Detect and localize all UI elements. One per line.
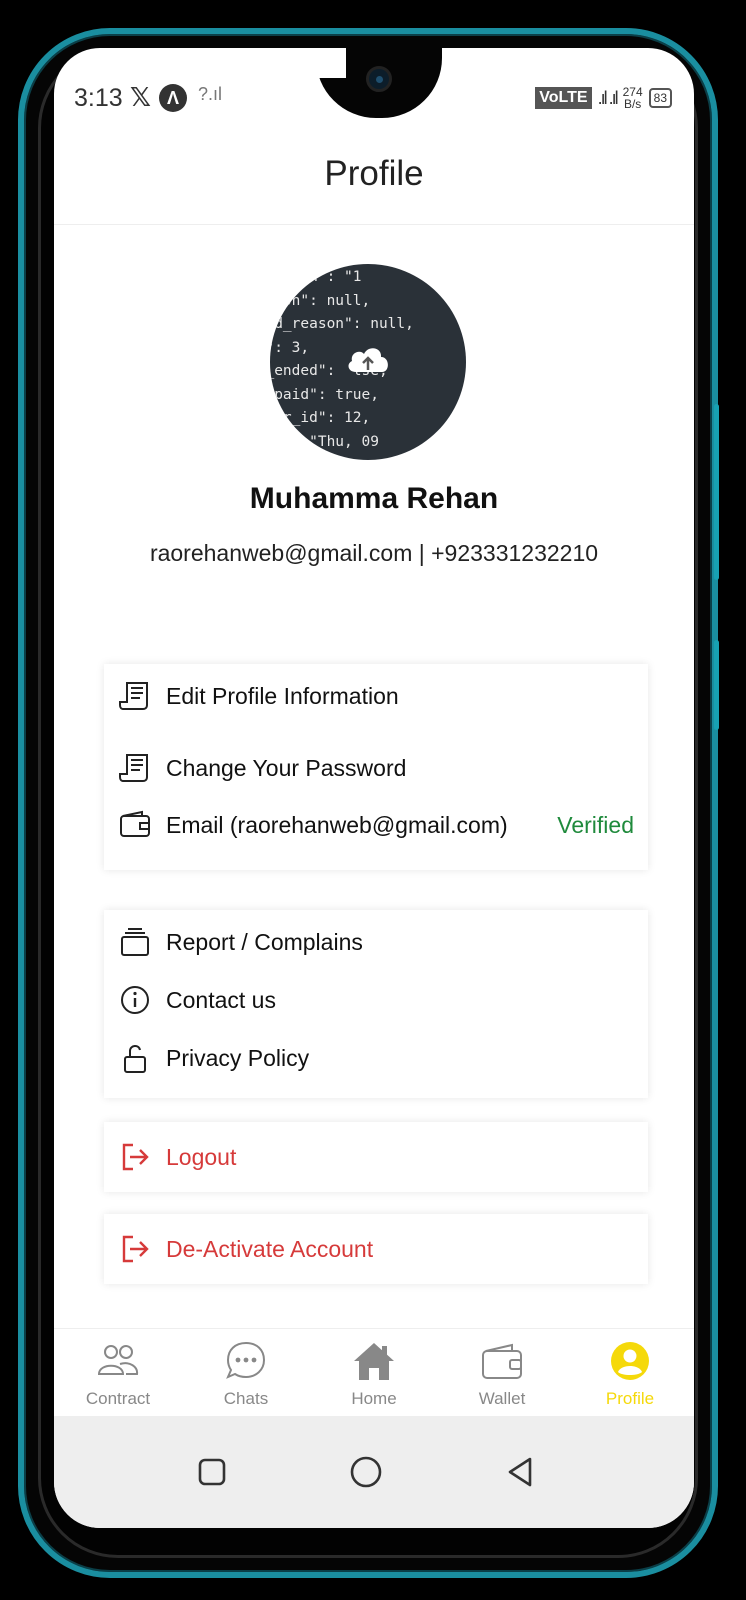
system-navigation-bar: [54, 1416, 694, 1528]
deactivate-account-row[interactable]: De-Activate Account: [104, 1229, 648, 1269]
email-row[interactable]: Email (raorehanweb@gmail.com) Verified: [104, 805, 648, 845]
document-icon: [118, 679, 152, 713]
support-card: Report / Complains Contact us Privacy Po…: [104, 910, 648, 1098]
status-bar: 3:13 𝕏 Λ ?.ıl VoLTE .ıl .ıl 274 B/s 83: [54, 78, 694, 118]
nav-profile-label: Profile: [605, 1389, 655, 1408]
x-logo-icon: 𝕏: [130, 82, 151, 112]
unlock-icon: [118, 1041, 152, 1075]
avatar-code-line: s_ended": lse,: [270, 363, 388, 379]
logout-icon: [118, 1232, 152, 1266]
nav-chats[interactable]: Chats: [182, 1339, 310, 1409]
chat-icon: [182, 1339, 310, 1383]
header-divider: [54, 224, 694, 225]
signal-bars-icon: .ıl .ıl: [597, 87, 619, 108]
battery-icon: 83: [648, 88, 672, 108]
account-settings-card: Edit Profile Information Change Your Pas…: [104, 664, 648, 870]
cloud-upload-icon[interactable]: [344, 342, 392, 376]
square-icon: [198, 1458, 226, 1486]
wallet-icon: [438, 1339, 566, 1383]
avatar-code-line: 2000: [270, 454, 414, 460]
edit-profile-row[interactable]: Edit Profile Information: [104, 676, 648, 716]
nav-wallet-label: Wallet: [478, 1389, 526, 1408]
deactivate-account-label: De-Activate Account: [166, 1235, 374, 1262]
home-button[interactable]: [336, 1442, 396, 1502]
users-icon: [54, 1339, 182, 1383]
phone-screen: 3:13 𝕏 Λ ?.ıl VoLTE .ıl .ıl 274 B/s 83 P…: [54, 48, 694, 1528]
avatar-code-line: ded_reason": null,: [270, 316, 414, 332]
user-name: Muhamma Rehan: [249, 482, 499, 515]
profile-avatar[interactable]: ption": "1 ed_on": null, ded_reason": nu…: [270, 264, 466, 460]
stack-icon: [118, 925, 152, 959]
avatar-code-line: ption": "1: [274, 269, 362, 285]
bottom-navigation: Contract Chats Home Wallet Profile: [54, 1328, 694, 1417]
recent-apps-button[interactable]: [182, 1442, 242, 1502]
avatar-code-line: wyer_id": 12,: [270, 410, 371, 426]
volume-button: [714, 404, 719, 580]
status-right: VoLTE .ıl .ıl 274 B/s 83: [535, 86, 672, 110]
privacy-policy-row[interactable]: Privacy Policy: [104, 1038, 648, 1078]
contact-us-label: Contact us: [166, 986, 276, 1013]
privacy-policy-label: Privacy Policy: [166, 1044, 310, 1071]
network-speed: 274 B/s: [623, 86, 643, 110]
report-complains-row[interactable]: Report / Complains: [104, 922, 648, 962]
logout-label: Logout: [166, 1143, 237, 1170]
nav-contract[interactable]: Contract: [54, 1339, 182, 1409]
contact-us-row[interactable]: Contact us: [104, 980, 648, 1020]
avatar-code-line: _on": "Thu, 09: [270, 433, 379, 450]
page-title: Profile: [324, 154, 424, 193]
nav-chats-label: Chats: [223, 1389, 269, 1408]
logout-row[interactable]: Logout: [104, 1137, 648, 1177]
document-icon: [118, 751, 152, 785]
nav-home-label: Home: [351, 1389, 397, 1408]
edit-profile-label: Edit Profile Information: [166, 682, 399, 709]
signal-unknown-icon: ?.ıl: [198, 84, 223, 104]
logout-icon: [118, 1140, 152, 1174]
avatar-code-line: d": 3,: [270, 339, 310, 356]
power-button: [714, 640, 719, 730]
avatar-code-line: ed_on": null,: [270, 292, 371, 309]
nav-wallet[interactable]: Wallet: [438, 1339, 566, 1409]
info-icon: [118, 983, 152, 1017]
user-contact: raorehanweb@gmail.com | +923331232210: [149, 540, 599, 566]
avatar-code-line: s_paid": true,: [270, 386, 379, 403]
report-complains-label: Report / Complains: [166, 928, 363, 955]
logout-card: Logout: [104, 1122, 648, 1192]
volte-badge: VoLTE: [535, 87, 592, 109]
status-time: 3:13: [74, 84, 123, 112]
email-label: Email (raorehanweb@gmail.com): [166, 811, 508, 838]
change-password-label: Change Your Password: [166, 754, 407, 781]
app-notification-icon: Λ: [159, 84, 187, 112]
profile-icon: [566, 1339, 694, 1383]
circle-icon: [350, 1456, 382, 1488]
verified-badge: Verified: [557, 811, 634, 838]
change-password-row[interactable]: Change Your Password: [104, 748, 648, 788]
back-triangle-icon: [508, 1457, 532, 1487]
avatar-code-image: ption": "1 ed_on": null, ded_reason": nu…: [270, 266, 414, 460]
nav-home[interactable]: Home: [310, 1339, 438, 1409]
deactivate-card: De-Activate Account: [104, 1214, 648, 1284]
back-button[interactable]: [490, 1442, 550, 1502]
home-icon: [310, 1339, 438, 1383]
nav-contract-label: Contract: [85, 1389, 151, 1408]
wallet-icon: [118, 808, 152, 842]
network-speed-unit: B/s: [623, 97, 642, 111]
nav-profile[interactable]: Profile: [566, 1339, 694, 1409]
